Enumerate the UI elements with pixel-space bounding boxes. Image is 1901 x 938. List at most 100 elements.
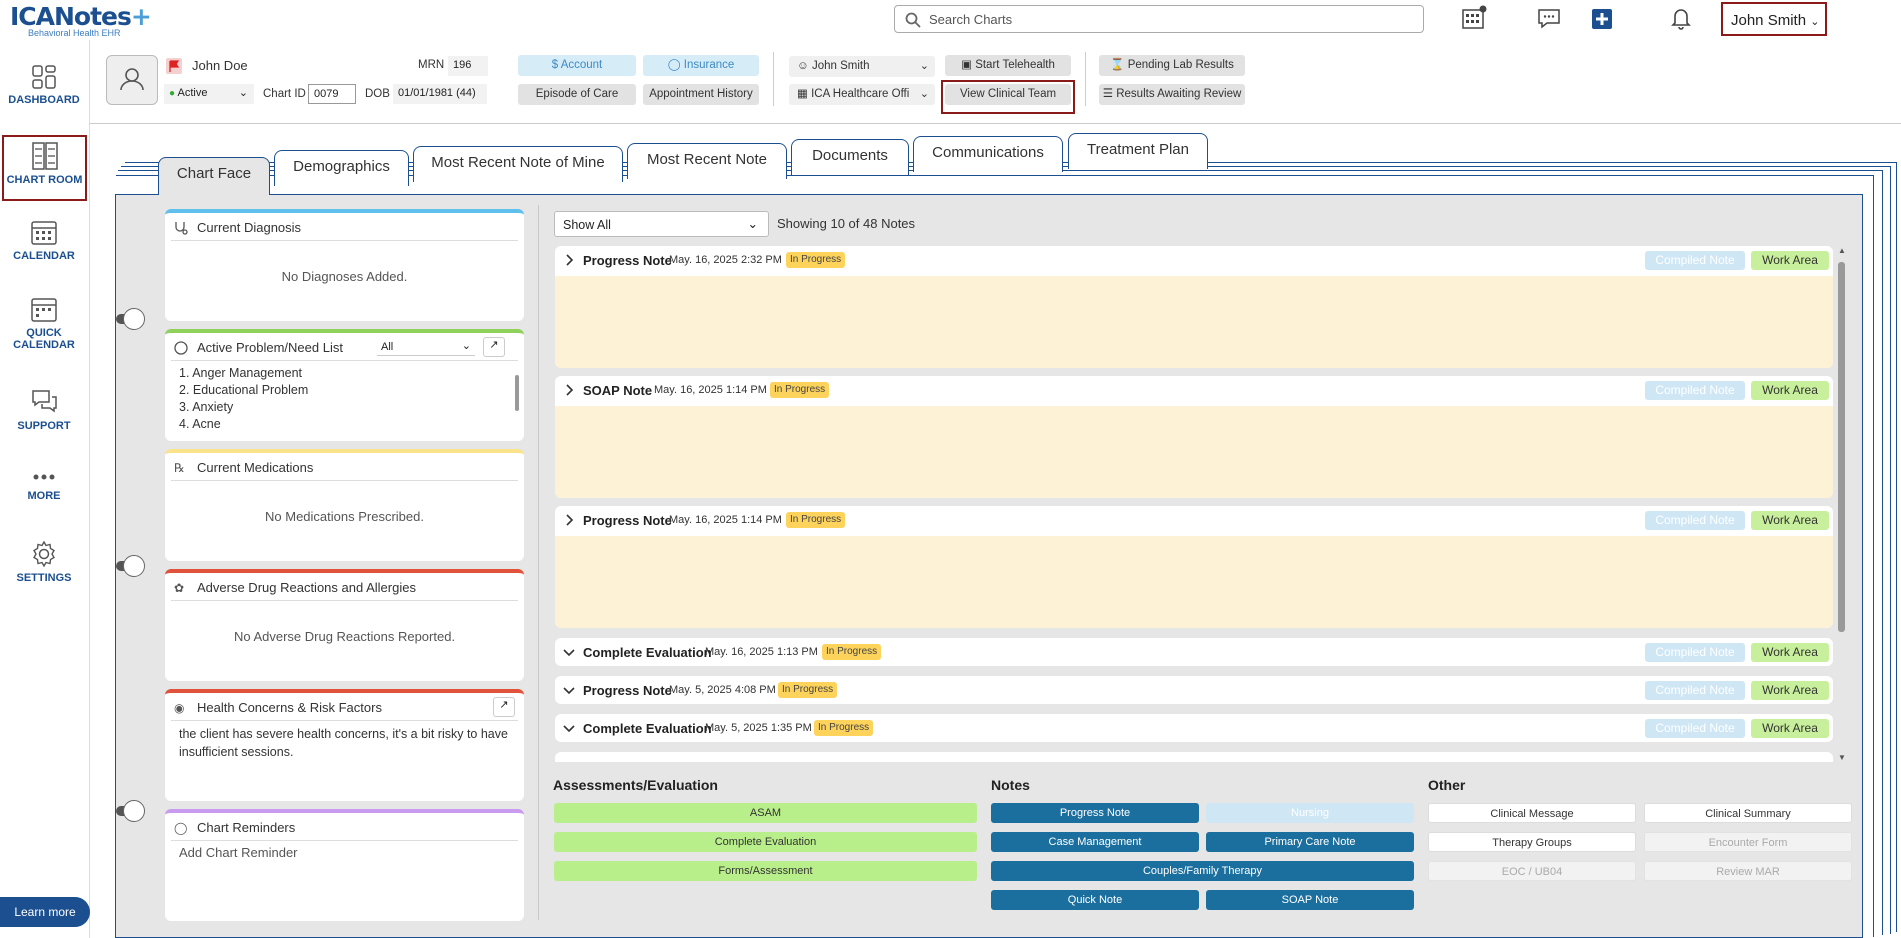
compiled-note-button[interactable]: Compiled Note	[1645, 511, 1745, 530]
insurance-button[interactable]: ◯ Insurance	[643, 55, 759, 76]
external-link-icon[interactable]: ↗	[483, 337, 505, 357]
quick-note-button[interactable]: Quick Note	[991, 890, 1199, 910]
search-icon	[905, 12, 921, 28]
add-reminder-input[interactable]: Add Chart Reminder	[179, 845, 298, 860]
list-item[interactable]: 1. Anger Management	[179, 365, 308, 382]
clinical-message-button[interactable]: Clinical Message	[1428, 803, 1636, 823]
encounter-form-button[interactable]: Encounter Form	[1644, 832, 1852, 852]
dob-value: 01/01/1981 (44)	[393, 84, 487, 104]
primary-care-note-button[interactable]: Primary Care Note	[1206, 832, 1414, 852]
binder-ring	[123, 800, 145, 822]
pending-lab-results-button[interactable]: ⌛ Pending Lab Results	[1099, 55, 1245, 76]
patient-avatar	[106, 55, 158, 105]
scroll-down-icon[interactable]: ▼	[1838, 753, 1846, 762]
case-management-button[interactable]: Case Management	[991, 832, 1199, 852]
sidebar-item-support[interactable]: SUPPORT	[0, 388, 88, 432]
add-patient-icon[interactable]	[1588, 4, 1616, 32]
chevron-down-icon[interactable]	[563, 722, 575, 734]
chevron-down-icon[interactable]	[563, 684, 575, 696]
work-area-button[interactable]: Work Area	[1751, 643, 1829, 662]
bell-icon[interactable]	[1667, 4, 1695, 32]
start-telehealth-button[interactable]: ▣ Start Telehealth	[945, 55, 1071, 76]
list-item[interactable]: 4. Acne	[179, 416, 308, 433]
note-card[interactable]: SOAP Note May. 16, 2025 1:14 PM In Progr…	[555, 376, 1833, 498]
compiled-note-button[interactable]: Compiled Note	[1645, 251, 1745, 270]
learn-more-button[interactable]: Learn more	[0, 897, 90, 927]
note-preview	[555, 276, 1833, 368]
status-select[interactable]: ● Active ⌄	[164, 84, 254, 104]
compiled-note-button[interactable]: Compiled Note	[1645, 381, 1745, 400]
search-input[interactable]: Search Charts	[894, 5, 1424, 33]
compiled-note-button[interactable]: Compiled Note	[1645, 643, 1745, 662]
tab-documents[interactable]: Documents	[791, 139, 909, 175]
note-card[interactable]: Complete Evaluation May. 5, 2025 1:35 PM…	[555, 714, 1833, 742]
sidebar-item-quick-calendar[interactable]: QUICK CALENDAR	[0, 295, 88, 351]
binder-ring	[123, 555, 145, 577]
eoc-ub04-button[interactable]: EOC / UB04	[1428, 861, 1636, 881]
work-area-button[interactable]: Work Area	[1751, 251, 1829, 270]
scrollbar[interactable]	[515, 375, 519, 411]
tab-most-recent-note[interactable]: Most Recent Note	[627, 143, 787, 179]
work-area-button[interactable]: Work Area	[1751, 381, 1829, 400]
episode-of-care-button[interactable]: Episode of Care	[518, 84, 636, 105]
chevron-right-icon[interactable]	[563, 384, 575, 396]
note-card[interactable]: Complete Evaluation May. 16, 2025 1:13 P…	[555, 638, 1833, 666]
app-logo[interactable]: ICANotes+	[10, 2, 152, 31]
top-bar: ICANotes+ Behavioral Health EHR Search C…	[0, 0, 1901, 40]
scroll-up-icon[interactable]: ▲	[1838, 246, 1846, 255]
chat-icon[interactable]	[1535, 4, 1563, 32]
forms-assessment-button[interactable]: Forms/Assessment	[554, 861, 977, 881]
sidebar-item-dashboard[interactable]: DASHBOARD	[0, 64, 88, 106]
tab-treatment-plan[interactable]: Treatment Plan	[1068, 133, 1208, 169]
chevron-right-icon[interactable]	[563, 514, 575, 526]
work-area-button[interactable]: Work Area	[1751, 511, 1829, 530]
office-select[interactable]: ▦ ICA Healthcare Offi ⌄	[789, 84, 935, 105]
sidebar-item-settings[interactable]: SETTINGS	[0, 540, 88, 584]
sidebar-item-chart-room[interactable]: CHART ROOM	[2, 135, 87, 201]
user-menu-button[interactable]: John Smith ⌄	[1721, 2, 1827, 36]
problem-filter-select[interactable]: All ⌄	[377, 338, 475, 356]
notes-scrollbar[interactable]: ▲ ▼	[1837, 246, 1847, 762]
list-item[interactable]: 2. Educational Problem	[179, 382, 308, 399]
notes-filter-select[interactable]: Show All ⌄	[554, 211, 769, 237]
panel-divider	[538, 205, 539, 920]
list-item[interactable]: 3. Anxiety	[179, 399, 308, 416]
compiled-note-button[interactable]: Compiled Note	[1645, 719, 1745, 738]
empty-message: No Diagnoses Added.	[281, 269, 408, 284]
tab-demographics[interactable]: Demographics	[274, 150, 409, 186]
provider-select[interactable]: ☺ John Smith ⌄	[789, 56, 935, 77]
review-mar-button[interactable]: Review MAR	[1644, 861, 1852, 881]
complete-evaluation-button[interactable]: Complete Evaluation	[554, 832, 977, 852]
note-card[interactable]: Progress Note May. 16, 2025 2:32 PM In P…	[555, 246, 1833, 368]
sidebar-label: CHART ROOM	[6, 174, 83, 186]
flag-icon[interactable]	[166, 58, 182, 74]
chevron-right-icon[interactable]	[563, 254, 575, 266]
work-area-button[interactable]: Work Area	[1751, 681, 1829, 700]
sidebar-item-calendar[interactable]: CALENDAR	[0, 218, 88, 262]
tab-chart-face[interactable]: Chart Face	[158, 157, 270, 195]
appointment-history-button[interactable]: Appointment History	[643, 84, 759, 105]
tab-most-recent-note-of-mine[interactable]: Most Recent Note of Mine	[413, 146, 623, 182]
nursing-button[interactable]: Nursing	[1206, 803, 1414, 823]
account-button[interactable]: $ Account	[518, 55, 636, 76]
progress-note-button[interactable]: Progress Note	[991, 803, 1199, 823]
sidebar-item-more[interactable]: MORE	[0, 468, 88, 502]
note-card[interactable]: Progress Note May. 5, 2025 4:08 PM In Pr…	[555, 676, 1833, 704]
widget-title: Adverse Drug Reactions and Allergies	[197, 580, 416, 595]
clinical-summary-button[interactable]: Clinical Summary	[1644, 803, 1852, 823]
view-clinical-team-button[interactable]: View Clinical Team	[945, 84, 1071, 105]
work-area-button[interactable]: Work Area	[1751, 719, 1829, 738]
external-link-icon[interactable]: ↗	[493, 697, 515, 717]
asam-button[interactable]: ASAM	[554, 803, 977, 823]
scrollbar-thumb[interactable]	[1838, 262, 1845, 632]
couples-family-therapy-button[interactable]: Couples/Family Therapy	[991, 861, 1414, 881]
calendar-grid-icon[interactable]	[1460, 4, 1488, 32]
note-card[interactable]: Progress Note May. 16, 2025 1:14 PM In P…	[555, 506, 1833, 628]
patient-name[interactable]: John Doe	[192, 58, 248, 73]
compiled-note-button[interactable]: Compiled Note	[1645, 681, 1745, 700]
soap-note-button[interactable]: SOAP Note	[1206, 890, 1414, 910]
chevron-down-icon[interactable]	[563, 646, 575, 658]
results-awaiting-review-button[interactable]: ☰ Results Awaiting Review	[1099, 84, 1245, 105]
tab-communications[interactable]: Communications	[913, 136, 1063, 172]
therapy-groups-button[interactable]: Therapy Groups	[1428, 832, 1636, 852]
